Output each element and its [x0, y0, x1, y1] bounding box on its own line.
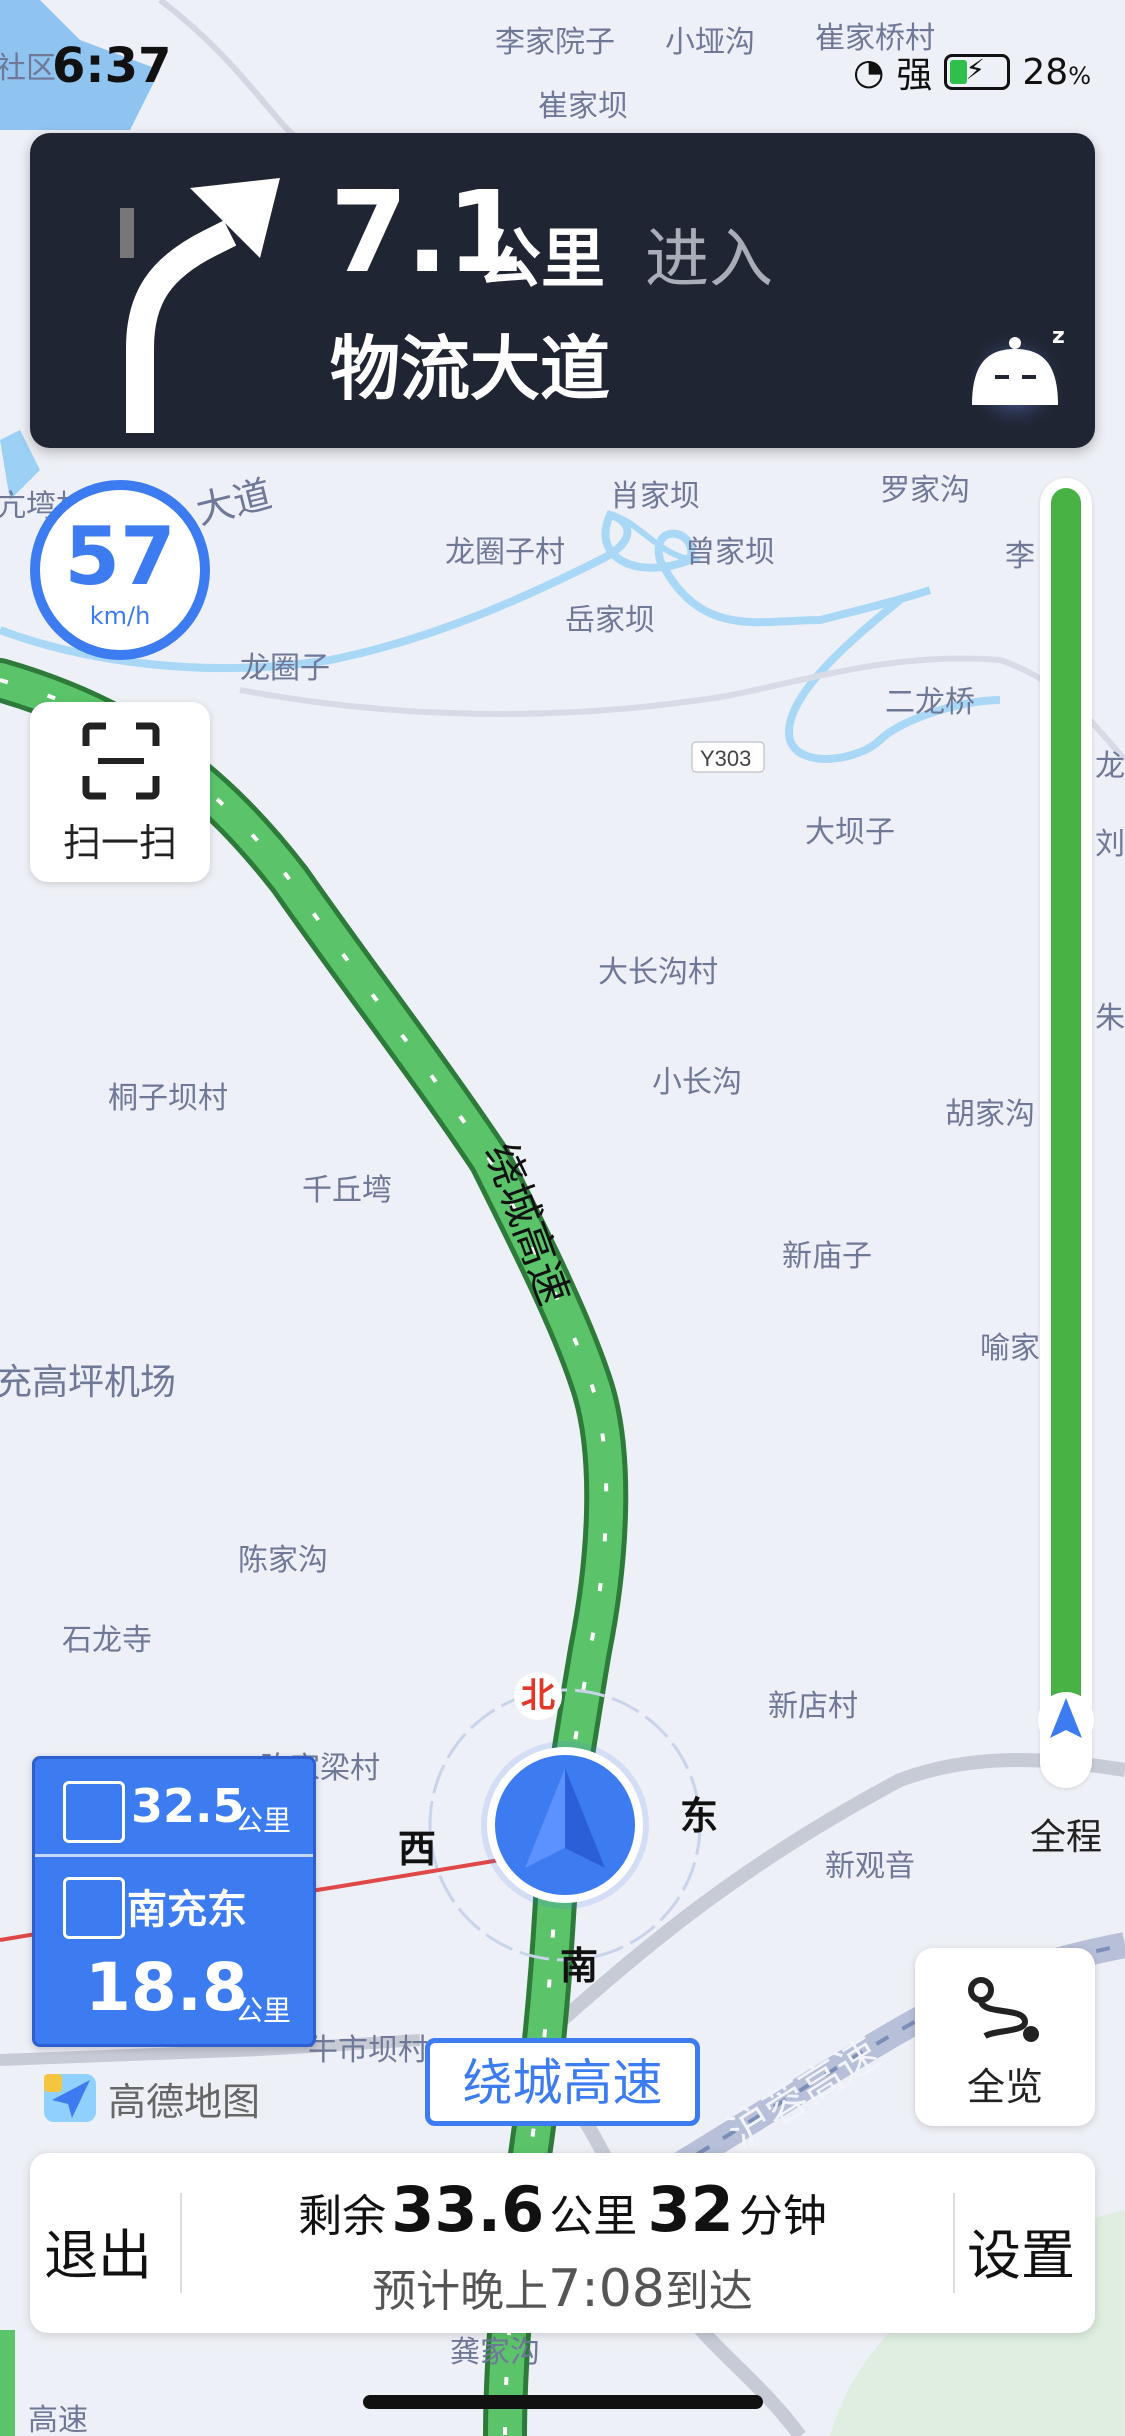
svg-text:罗家沟: 罗家沟: [880, 474, 970, 507]
route-progress-fill: [1051, 488, 1081, 1720]
overview-button[interactable]: 全览: [915, 1948, 1095, 2126]
svg-text:朱: 朱: [1095, 1002, 1125, 1035]
svg-text:新庙子: 新庙子: [782, 1240, 872, 1273]
svg-text:大坝子: 大坝子: [805, 816, 895, 849]
guidance-distance-unit: 公里: [477, 223, 605, 297]
status-time: 6:37: [52, 38, 172, 94]
svg-text:小长沟: 小长沟: [652, 1066, 742, 1099]
svg-text:充高坪机场: 充高坪机场: [0, 1361, 176, 1402]
svg-text:陈家沟: 陈家沟: [238, 1544, 328, 1577]
battery-icon: ⚡: [944, 53, 1011, 90]
svg-text:肖家坝: 肖家坝: [610, 480, 700, 513]
svg-text:大长沟村: 大长沟村: [598, 956, 718, 989]
svg-text:Y303: Y303: [700, 746, 751, 771]
route-progress-label: 全程: [1030, 1817, 1103, 1858]
svg-text:桐子坝村: 桐子坝村: [108, 1082, 228, 1115]
svg-text:岳家坝: 岳家坝: [565, 604, 655, 637]
current-road-label: 绕城高速: [425, 2038, 700, 2126]
svg-text:牛市坝村: 牛市坝村: [308, 2034, 428, 2067]
status-bar: 6:37 ◔ 强 ⚡ 28%: [0, 0, 1125, 130]
compass-east: 东: [680, 1794, 719, 1838]
status-right: ◔ 强 ⚡ 28%: [853, 46, 1091, 98]
signal-strength: 强: [896, 55, 933, 96]
service-area-icon: [63, 1781, 125, 1843]
svg-text:二龙桥: 二龙桥: [885, 686, 975, 719]
guidance-panel[interactable]: 7.1 公里 进入 物流大道 z: [30, 133, 1095, 448]
settings-button[interactable]: 设置: [967, 2211, 1075, 2290]
svg-text:龙圈子: 龙圈子: [240, 652, 330, 685]
remaining-summary: 剩余 33.6 公里 32 分钟: [298, 2173, 827, 2246]
svg-text:石龙寺: 石龙寺: [62, 1624, 152, 1657]
scan-button[interactable]: 扫一扫: [30, 702, 210, 882]
battery-percent: 28%: [1022, 51, 1091, 93]
svg-text:胡家沟: 胡家沟: [945, 1098, 1035, 1131]
home-indicator[interactable]: [363, 2395, 763, 2409]
service-area-panel[interactable]: 32.5 公里 南充东 18.8 公里: [32, 1756, 316, 2047]
svg-text:新观音: 新观音: [825, 1850, 915, 1883]
guidance-action: 进入: [645, 223, 773, 297]
compass-north: 北: [514, 1672, 562, 1720]
voice-assistant-icon[interactable]: z: [960, 313, 1080, 433]
service-1-distance: 32.5: [131, 1779, 245, 1833]
compass: [428, 1688, 702, 1962]
svg-text:喻家: 喻家: [980, 1332, 1040, 1365]
current-position-icon: [1038, 1692, 1094, 1748]
svg-text:新店村: 新店村: [768, 1690, 858, 1723]
svg-text:千丘塆: 千丘塆: [302, 1174, 392, 1207]
svg-text:龙圈子村: 龙圈子村: [445, 536, 565, 569]
amap-logo-icon: [44, 2074, 96, 2122]
scan-icon: [82, 722, 160, 800]
signal-icon: ◔: [852, 51, 885, 93]
svg-text:z: z: [1052, 324, 1065, 349]
svg-text:刘: 刘: [1095, 828, 1125, 861]
guidance-road-name: 物流大道: [330, 328, 610, 410]
svg-text:龚家沟: 龚家沟: [450, 2336, 540, 2369]
svg-text:高速: 高速: [28, 2404, 88, 2436]
compass-south: 南: [560, 1944, 599, 1988]
compass-west: 西: [398, 1827, 437, 1871]
trip-summary-bar: 退出 剩余 33.6 公里 32 分钟 预计晚上7:08到达 设置: [30, 2153, 1095, 2333]
amap-logo: 高德地图: [42, 2070, 260, 2126]
eta-summary: 预计晚上7:08到达: [372, 2259, 753, 2319]
svg-text:曾家坝: 曾家坝: [685, 536, 775, 569]
service-2-distance: 18.8: [85, 1949, 248, 2026]
current-speed: 57 km/h: [30, 480, 210, 660]
route-overview-icon: [968, 1977, 1039, 2042]
service-area-icon: [63, 1877, 125, 1939]
service-2-name: 南充东: [127, 1887, 247, 1933]
svg-text:李: 李: [1005, 540, 1035, 573]
turn-right-arrow-icon: [120, 178, 280, 433]
svg-text:龙: 龙: [1095, 750, 1125, 783]
